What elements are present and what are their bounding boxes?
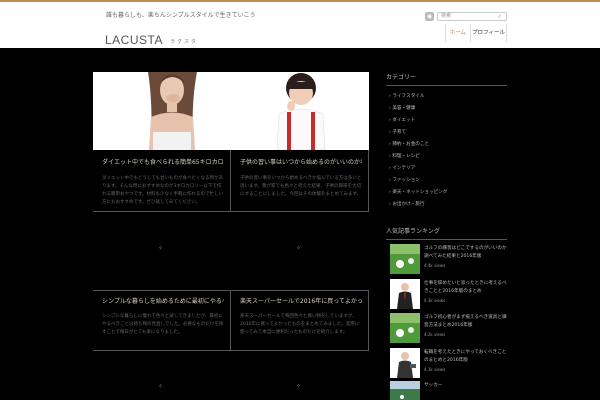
post-card[interactable]: 子供の習い事はいつから始めるのがいいのか考えてみた 子供の習い事をいつから始める… [231,72,369,212]
site-header: 誰も暮らしも、楽ちんシンプルスタイルで生きていこう LACUSTA ラクスタ ◉… [0,0,600,48]
popular-post-views: 4.2k views [424,332,446,337]
rss-icon[interactable]: ◉ [425,12,434,21]
post-card[interactable]: 楽天スーパーセールで2016年に買ってよかったもの 楽天スーパーセールで毎回色々… [231,290,369,351]
category-link[interactable]: › 楽天・ネットショッピング [389,189,447,195]
popular-post-views: 4.3k views [424,298,446,303]
popular-post[interactable]: ゴルフの練習はどこでするのがいいのか調べてみた結果と2016年版 4.4k vi… [390,244,508,276]
post-title[interactable]: 楽天スーパーセールで2016年に買ってよかったもの [240,296,362,305]
post-excerpt: 子供の習い事をいつから始めるべきか悩んでいる方は多いと思います。我が家でも色々と… [240,176,362,197]
businessman-image [390,279,420,309]
popular-post[interactable]: 転職を考えたときにやっておくべきことのまとめと2016年版 4.1k views [390,348,508,380]
post-title[interactable]: 子供の習い事はいつから始めるのがいいのか考えてみた [240,157,362,166]
popular-post[interactable]: ゴルフ初心者がまず揃えるべき道具と練習方法まとめ2016年版 4.2k view… [390,313,508,345]
site-logo-subtitle: ラクスタ [170,39,198,45]
loading-icon: ⁘ [296,245,302,252]
category-link[interactable]: › ライフスタイル [389,93,424,99]
category-link[interactable]: › ダイエット [389,117,415,123]
category-link[interactable]: › 料理・レシピ [389,153,420,159]
search-icon[interactable]: ⌕ [498,13,501,20]
businessman-image [390,348,420,378]
category-link[interactable]: › お出かけ・旅行 [389,201,424,207]
popular-post-thumbnail[interactable] [390,244,420,274]
post-excerpt: 楽天スーパーセールで毎回色々と買い物をしていますが、2016年に買ってよかったも… [240,314,360,335]
site-tagline: 誰も暮らしも、楽ちんシンプルスタイルで生きていこう [106,12,256,19]
popular-post-thumbnail[interactable] [390,279,420,309]
category-link[interactable]: › 節約・お金のこと [389,141,429,147]
loading-icon: ⁘ [158,383,164,390]
popular-post[interactable]: サッカー [390,381,508,400]
category-link[interactable]: › ファッション [389,177,420,183]
post-excerpt: シンプルな暮らしに憧れて色々と試してきましたが、最初にやるべきことは持ち物の見直… [102,314,224,335]
post-thumbnail[interactable] [93,72,231,150]
popular-post-thumbnail[interactable] [390,348,420,378]
nav-profile[interactable]: プロフィール [471,24,507,42]
category-link[interactable]: › インテリア [389,165,415,171]
popular-post-title[interactable]: 転職を考えたときにやっておくべきことのまとめと2016年版 [424,349,508,365]
golf-ball-image [390,244,420,274]
nav-home[interactable]: ホーム [445,24,471,42]
post-card[interactable]: ダイエット中でも食べられる簡単65キロカロリーのおやつレシピ ダイエット中でもど… [93,72,231,212]
loading-icon: ⁘ [296,383,302,390]
search-input[interactable]: 検索 [437,12,507,21]
popular-post-thumbnail[interactable] [390,313,420,343]
post-card[interactable]: シンプルな暮らしを始めるために最初にやるべきこと シンプルな暮らしに憧れて色々と… [93,290,231,351]
site-logo[interactable]: LACUSTA [105,33,163,47]
child-thinking-image [231,72,369,150]
popular-post-views: 4.4k views [424,263,446,268]
popular-post-thumbnail[interactable] [390,381,420,400]
golf-ball-image [390,313,420,343]
popular-post-title[interactable]: サッカー [424,382,508,390]
popular-post-title[interactable]: 仕事を辞めたいと思ったときに考えるべきことと2016年版のまとめ [424,280,508,296]
popular-widget-title: 人気記事ランキング [386,226,507,240]
loading-icon: ⁘ [158,245,164,252]
woman-covering-mouth-image [93,72,231,150]
popular-post-views: 4.1k views [424,367,446,372]
popular-post[interactable]: 仕事を辞めたいと思ったときに考えるべきことと2016年版のまとめ 4.3k vi… [390,279,508,311]
popular-post-title[interactable]: ゴルフ初心者がまず揃えるべき道具と練習方法まとめ2016年版 [424,314,508,330]
category-link[interactable]: › 子育て [389,129,406,135]
category-link[interactable]: › 美容・健康 [389,105,415,111]
popular-post-title[interactable]: ゴルフの練習はどこでするのがいいのか調べてみた結果と2016年版 [424,245,508,261]
soccer-field-image [390,381,420,400]
categories-widget-title: カテゴリー [386,72,507,86]
post-thumbnail[interactable] [231,72,369,150]
post-title[interactable]: ダイエット中でも食べられる簡単65キロカロリーのおやつレシピ [102,157,224,166]
post-excerpt: ダイエット中でもどうしても甘いものが食べたくなる時があります。そんな時におすすめ… [102,176,224,205]
post-title[interactable]: シンプルな暮らしを始めるために最初にやるべきこと [102,296,224,305]
